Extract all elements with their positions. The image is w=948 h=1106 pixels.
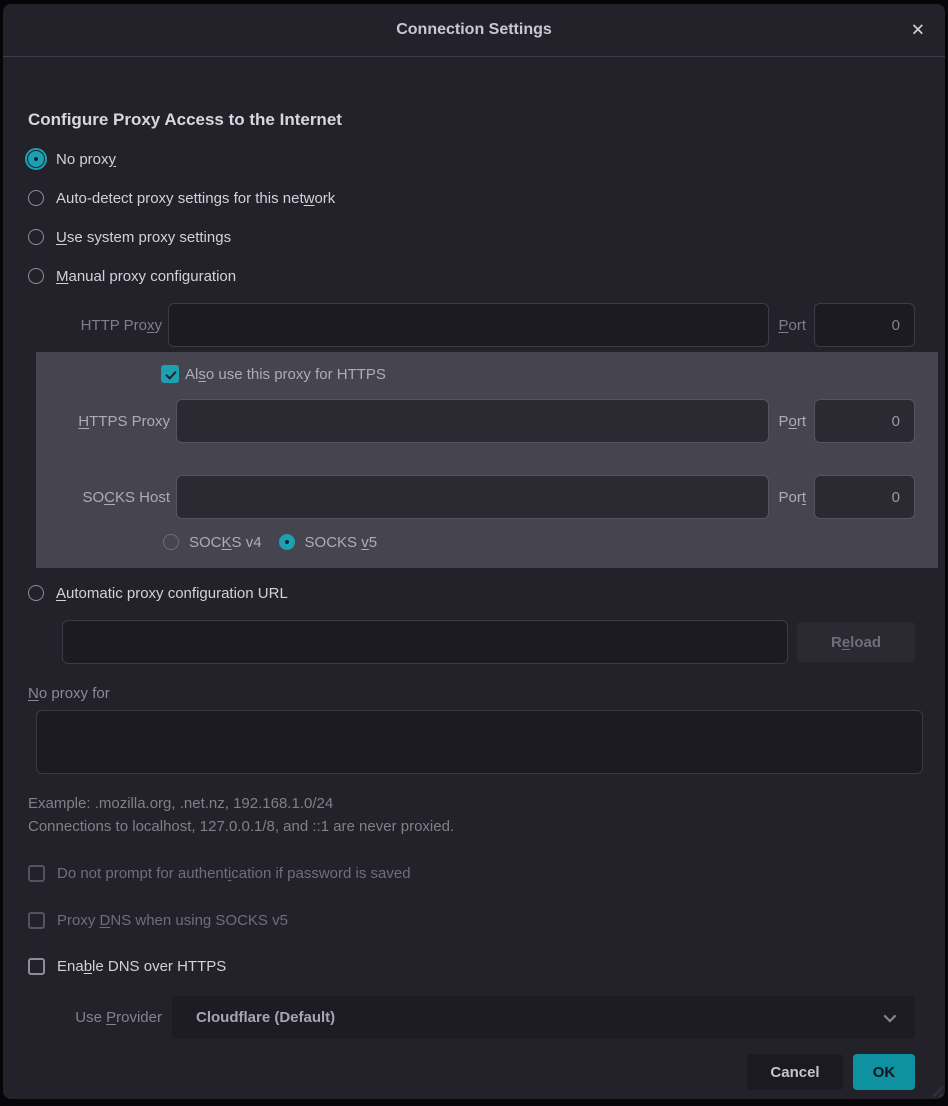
http-proxy-row: HTTP Proxy Port — [36, 303, 915, 347]
never-proxied-note: Connections to localhost, 127.0.0.1/8, a… — [28, 818, 915, 835]
chevron-down-icon — [884, 1010, 897, 1023]
radio-auto-detect[interactable] — [28, 190, 44, 206]
provider-row: Use Provider Cloudflare (Default) — [28, 996, 915, 1039]
socks-port-label: Port — [778, 489, 806, 506]
proxy-dns-checkbox[interactable] — [28, 912, 45, 929]
ok-button[interactable]: OK — [853, 1054, 915, 1090]
http-proxy-input[interactable] — [168, 303, 769, 347]
https-proxy-row: HTTPS Proxy Port — [44, 399, 915, 443]
no-prompt-auth-checkbox[interactable] — [28, 865, 45, 882]
use-provider-label: Use Provider — [28, 1009, 162, 1026]
radio-row-no-proxy[interactable]: No proxy — [28, 147, 915, 171]
reload-button[interactable]: Reload — [797, 622, 915, 662]
https-socks-band: Also use this proxy for HTTPS HTTPS Prox… — [36, 352, 938, 568]
socks-version-row: SOCKS v4 SOCKS v5 — [163, 530, 915, 554]
provider-dropdown[interactable]: Cloudflare (Default) — [172, 996, 915, 1039]
radio-system-proxy[interactable] — [28, 229, 44, 245]
https-port-input[interactable] — [814, 399, 915, 443]
socks-v5-label: SOCKS v5 — [305, 534, 378, 551]
no-proxy-for-label: No proxy for — [28, 685, 915, 702]
proxy-dns-label: Proxy DNS when using SOCKS v5 — [57, 912, 288, 929]
dialog-content: Configure Proxy Access to the Internet N… — [3, 110, 945, 1090]
http-proxy-label: HTTP Proxy — [36, 317, 162, 334]
cancel-button[interactable]: Cancel — [747, 1054, 843, 1090]
dns-over-https-row[interactable]: Enable DNS over HTTPS — [28, 954, 915, 978]
radio-row-system-proxy[interactable]: Use system proxy settings — [28, 225, 915, 249]
radio-no-proxy[interactable] — [28, 151, 44, 167]
dialog-titlebar: Connection Settings ✕ — [3, 4, 945, 57]
close-icon[interactable]: ✕ — [911, 22, 925, 39]
radio-row-auto-detect[interactable]: Auto-detect proxy settings for this netw… — [28, 186, 915, 210]
socks-host-row: SOCKS Host Port — [44, 475, 915, 519]
footer-buttons: Cancel OK — [28, 1054, 915, 1090]
radio-label: Auto-detect proxy settings for this netw… — [56, 190, 335, 207]
socks-host-input[interactable] — [176, 475, 769, 519]
radio-manual-proxy[interactable] — [28, 268, 44, 284]
section-heading: Configure Proxy Access to the Internet — [28, 110, 915, 130]
dns-over-https-checkbox[interactable] — [28, 958, 45, 975]
http-port-input[interactable] — [814, 303, 915, 347]
radio-row-auto-url[interactable]: Automatic proxy configuration URL — [28, 581, 915, 605]
auto-url-label: Automatic proxy configuration URL — [56, 585, 288, 602]
proxy-dns-row[interactable]: Proxy DNS when using SOCKS v5 — [28, 908, 915, 932]
no-prompt-auth-label: Do not prompt for authentication if pass… — [57, 865, 411, 882]
no-prompt-auth-row[interactable]: Do not prompt for authentication if pass… — [28, 861, 915, 885]
also-https-label: Also use this proxy for HTTPS — [185, 366, 386, 383]
also-https-row[interactable]: Also use this proxy for HTTPS — [161, 362, 915, 386]
radio-auto-url[interactable] — [28, 585, 44, 601]
https-proxy-input[interactable] — [176, 399, 769, 443]
radio-row-manual-proxy[interactable]: Manual proxy configuration — [28, 264, 915, 288]
radio-label: No proxy — [56, 151, 116, 168]
dns-over-https-label: Enable DNS over HTTPS — [57, 958, 226, 975]
auto-url-input[interactable] — [62, 620, 788, 664]
connection-settings-dialog: Connection Settings ✕ Configure Proxy Ac… — [3, 4, 945, 1099]
provider-selected-value: Cloudflare (Default) — [196, 1009, 335, 1026]
radio-socks-v5[interactable] — [279, 534, 295, 550]
example-note: Example: .mozilla.org, .net.nz, 192.168.… — [28, 795, 915, 812]
radio-label: Use system proxy settings — [56, 229, 231, 246]
radio-label: Manual proxy configuration — [56, 268, 236, 285]
socks-v4-label: SOCKS v4 — [189, 534, 262, 551]
dialog-title: Connection Settings — [396, 21, 552, 39]
radio-socks-v4[interactable] — [163, 534, 179, 550]
https-proxy-label: HTTPS Proxy — [44, 413, 170, 430]
socks-host-label: SOCKS Host — [44, 489, 170, 506]
https-port-label: Port — [778, 413, 806, 430]
auto-url-input-row: Reload — [62, 620, 915, 664]
http-port-label: Port — [778, 317, 806, 334]
also-https-checkbox[interactable] — [161, 365, 179, 383]
no-proxy-for-textarea[interactable] — [36, 710, 923, 774]
socks-port-input[interactable] — [814, 475, 915, 519]
